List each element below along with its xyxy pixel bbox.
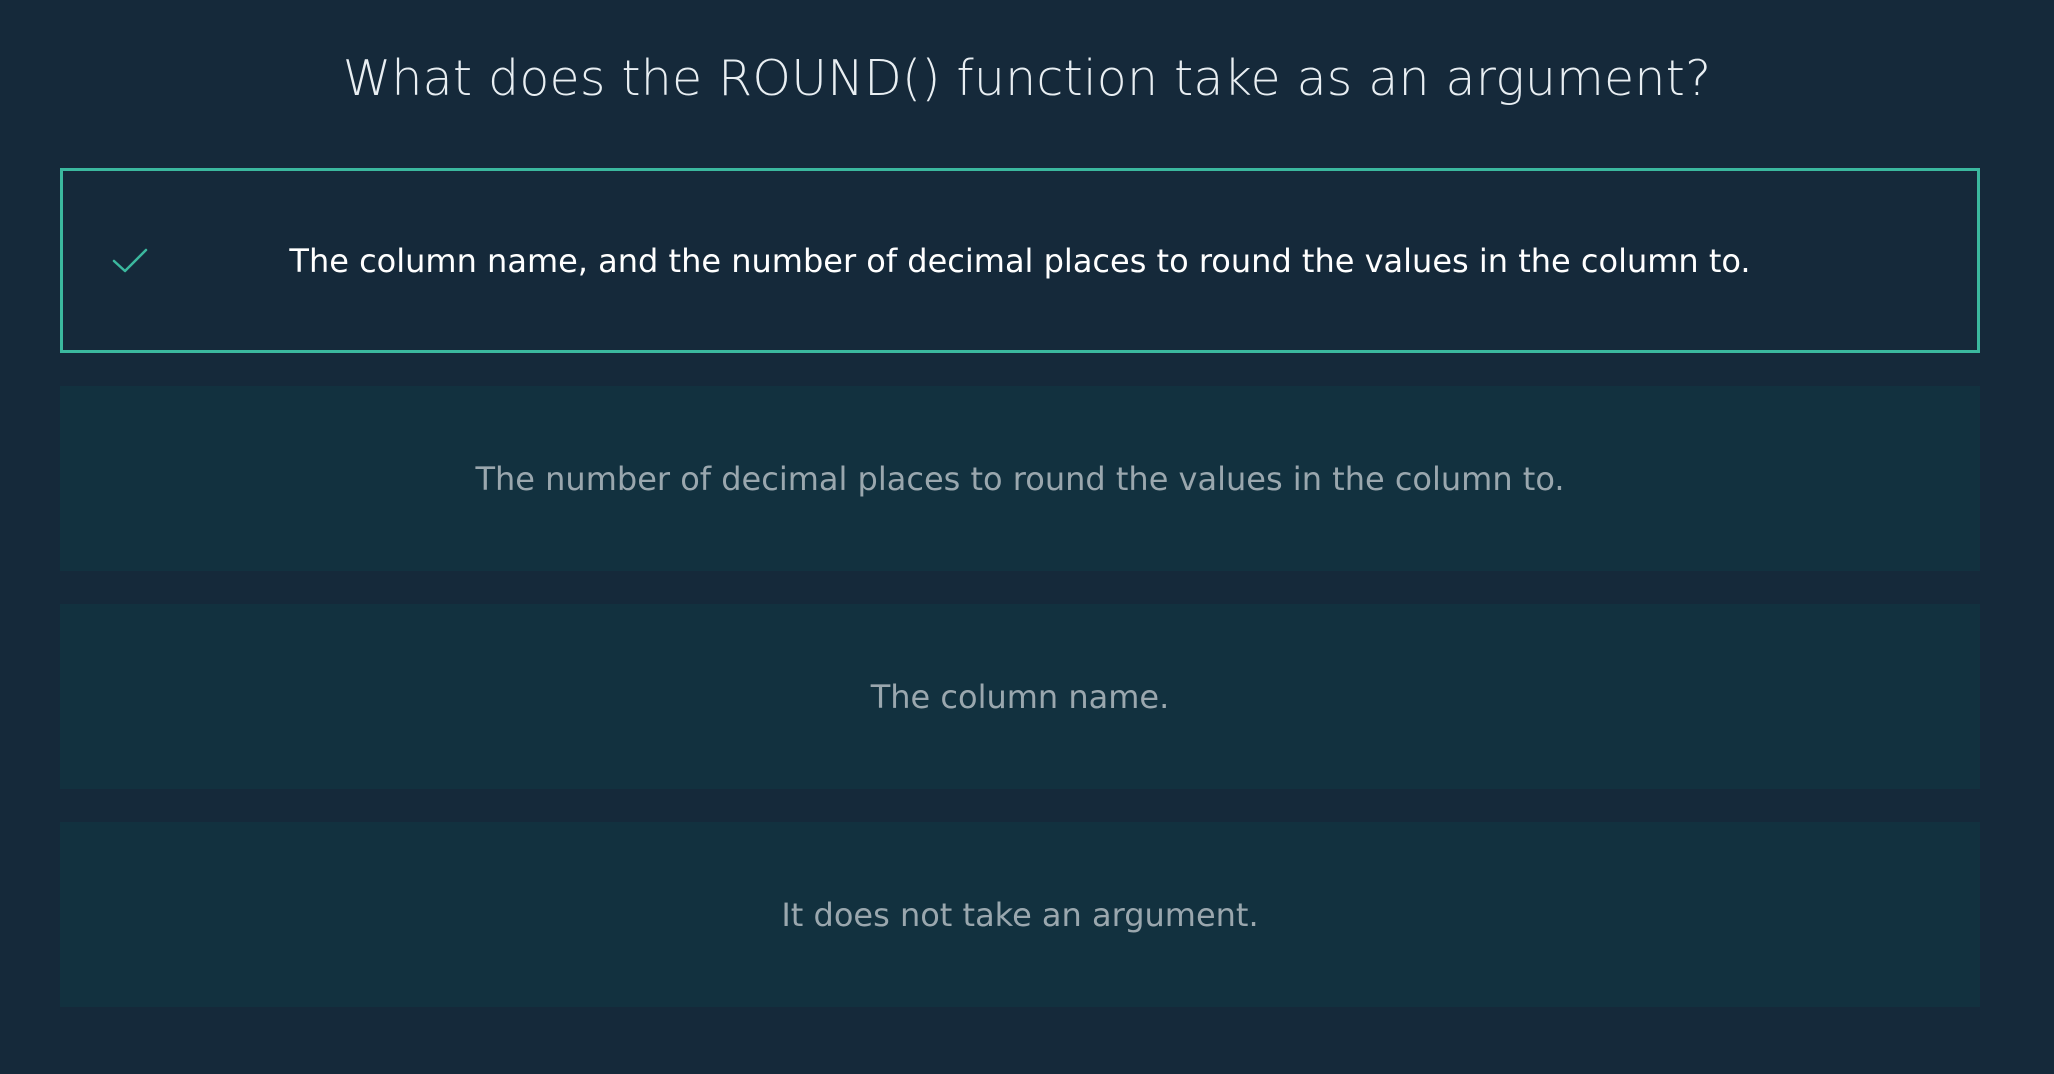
answer-option-1[interactable]: The column name, and the number of decim… [60,168,1980,353]
answer-options: The column name, and the number of decim… [60,168,1980,1040]
answer-option-label: The number of decimal places to round th… [475,459,1565,498]
answer-option-3[interactable]: The column name. [60,604,1980,789]
answer-option-4[interactable]: It does not take an argument. [60,822,1980,1007]
check-icon [112,248,148,272]
answer-option-label: The column name, and the number of decim… [289,241,1751,280]
question-title: What does the ROUND() function take as a… [342,50,1712,107]
answer-option-label: The column name. [870,677,1170,716]
answer-option-2[interactable]: The number of decimal places to round th… [60,386,1980,571]
answer-option-label: It does not take an argument. [781,895,1259,934]
